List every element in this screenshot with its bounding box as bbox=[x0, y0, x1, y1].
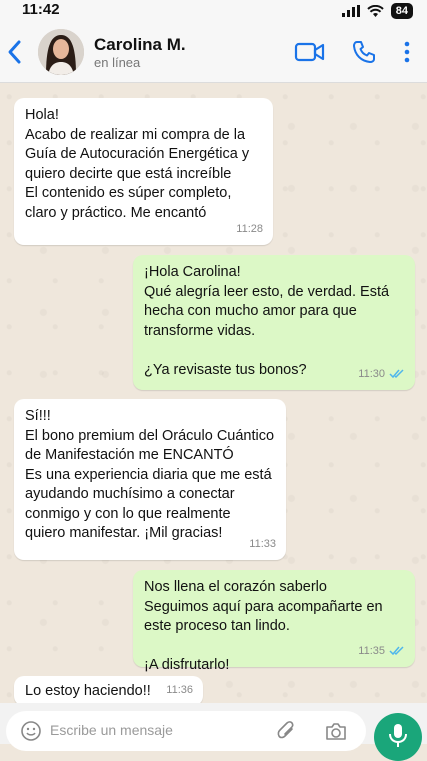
message-incoming[interactable]: Lo estoy haciendo!! 11:36 bbox=[14, 676, 203, 706]
message-input-placeholder: Escribe un mensaje bbox=[50, 722, 173, 738]
chat-header: Carolina M. en línea bbox=[0, 22, 427, 83]
message-time: 11:36 bbox=[166, 683, 193, 696]
message-incoming[interactable]: Sí!!! El bono premium del Oráculo Cuánti… bbox=[14, 399, 286, 560]
contact-avatar[interactable] bbox=[38, 29, 84, 75]
more-options-icon[interactable] bbox=[403, 41, 411, 63]
contact-status: en línea bbox=[94, 55, 141, 70]
message-text: Sí!!! El bono premium del Oráculo Cuánti… bbox=[25, 408, 275, 541]
contact-name[interactable]: Carolina M. bbox=[94, 35, 186, 55]
message-time: 11:30 bbox=[358, 367, 385, 380]
message-text: Hola! Acabo de realizar mi compra de la … bbox=[25, 107, 250, 221]
message-input[interactable]: Escribe un mensaje bbox=[6, 711, 366, 751]
video-call-icon[interactable] bbox=[294, 41, 326, 63]
message-time: 11:35 bbox=[358, 644, 385, 657]
read-double-check-icon bbox=[389, 369, 404, 379]
message-text: ¡Hola Carolina! Qué alegría leer esto, d… bbox=[144, 264, 390, 378]
message-list[interactable]: Hola! Acabo de realizar mi compra de la … bbox=[0, 83, 427, 706]
message-time: 11:33 bbox=[249, 537, 276, 550]
cellular-signal-icon bbox=[341, 5, 360, 17]
back-chevron-icon[interactable] bbox=[4, 38, 26, 66]
voice-record-button[interactable] bbox=[374, 713, 422, 761]
status-bar: 11:42 84 bbox=[0, 0, 427, 22]
status-time: 11:42 bbox=[22, 1, 60, 18]
message-outgoing[interactable]: Nos llena el corazón saberlo Seguimos aq… bbox=[133, 570, 415, 673]
message-outgoing[interactable]: ¡Hola Carolina! Qué alegría leer esto, d… bbox=[133, 255, 415, 390]
emoji-icon[interactable] bbox=[20, 720, 42, 742]
message-composer: Escribe un mensaje bbox=[0, 703, 427, 761]
phone-call-icon[interactable] bbox=[351, 39, 377, 65]
message-incoming[interactable]: Hola! Acabo de realizar mi compra de la … bbox=[14, 98, 273, 245]
microphone-icon bbox=[389, 724, 407, 747]
wifi-icon bbox=[367, 4, 384, 17]
read-double-check-icon bbox=[389, 646, 404, 656]
message-time: 11:28 bbox=[236, 222, 263, 235]
attach-paperclip-icon[interactable] bbox=[276, 720, 298, 742]
battery-indicator: 84 bbox=[390, 3, 413, 19]
camera-icon[interactable] bbox=[324, 720, 348, 742]
